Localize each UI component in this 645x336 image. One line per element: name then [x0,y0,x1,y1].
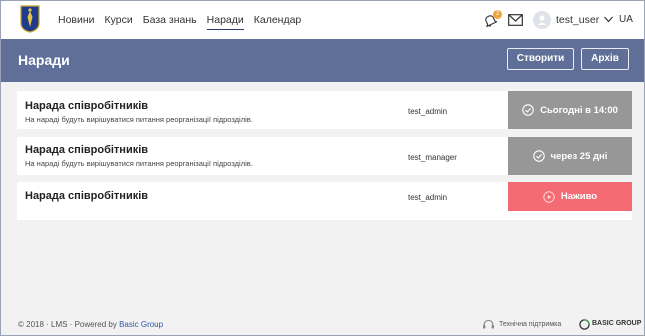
user-icon [537,15,547,25]
meeting-status-badge: через 25 дні [508,137,632,175]
page-title: Наради [18,52,70,68]
meeting-card[interactable]: Нарада співробітників test_admin Наживо [17,182,632,220]
meeting-card[interactable]: Нарада співробітників На нараді будуть в… [17,137,632,175]
main-nav: Новини Курси База знань Наради Календар [58,1,311,39]
meeting-card[interactable]: Нарада співробітників На нараді будуть в… [17,91,632,129]
page-header: Наради Створити Архів [1,39,644,82]
nav-item-knowledge-base[interactable]: База знань [143,1,197,39]
create-button[interactable]: Створити [507,48,574,70]
nav-item-calendar[interactable]: Календар [254,1,302,39]
meeting-owner: test_admin [408,107,448,116]
check-circle-icon [532,150,545,162]
nav-item-news[interactable]: Новини [58,1,95,39]
meeting-owner: test_manager [408,153,457,162]
avatar[interactable] [533,11,551,29]
notification-badge: 2 [493,10,502,19]
username[interactable]: test_user [556,1,599,39]
support-link[interactable]: Технічна підтримка [499,321,561,328]
nav-item-courses[interactable]: Курси [105,1,133,39]
kyiv-coat-of-arms-logo[interactable] [20,5,40,33]
meeting-status-badge: Сьогодні в 14:00 [508,91,632,129]
meeting-description: На нараді будуть вирішуватися питання ре… [25,115,253,124]
check-circle-icon [522,104,534,116]
basic-group-link[interactable]: Basic Group [119,320,163,329]
meeting-title[interactable]: Нарада співробітників [25,144,148,156]
meeting-status-text: через 25 дні [550,150,608,162]
mail-icon[interactable] [508,14,523,26]
meeting-title[interactable]: Нарада співробітників [25,190,148,202]
nav-item-meetings[interactable]: Наради [206,1,244,39]
support-headset-icon[interactable] [482,319,495,330]
meeting-description: На нараді будуть вирішуватися питання ре… [25,159,253,168]
meeting-status-badge[interactable]: Наживо [508,182,632,211]
footer-copyright: © 2018 · LMS · Powered by Basic Group [18,320,163,329]
meeting-status-text: Сьогодні в 14:00 [540,104,618,116]
top-navbar: Новини Курси База знань Наради Календар … [1,1,644,39]
meeting-status-text: Наживо [560,191,598,202]
language-selector[interactable]: UA [619,1,633,39]
play-circle-icon [543,190,555,203]
meeting-title[interactable]: Нарада співробітників [25,100,148,112]
meeting-owner: test_admin [408,193,448,202]
basic-group-logo-icon [579,319,590,330]
copyright-text: © 2018 · LMS · Powered by [18,320,120,329]
archive-button[interactable]: Архів [581,48,629,70]
footer: © 2018 · LMS · Powered by Basic Group Те… [1,316,644,335]
chevron-down-icon[interactable] [604,16,613,23]
basic-group-logo-text: BASIC GROUP [592,320,642,327]
